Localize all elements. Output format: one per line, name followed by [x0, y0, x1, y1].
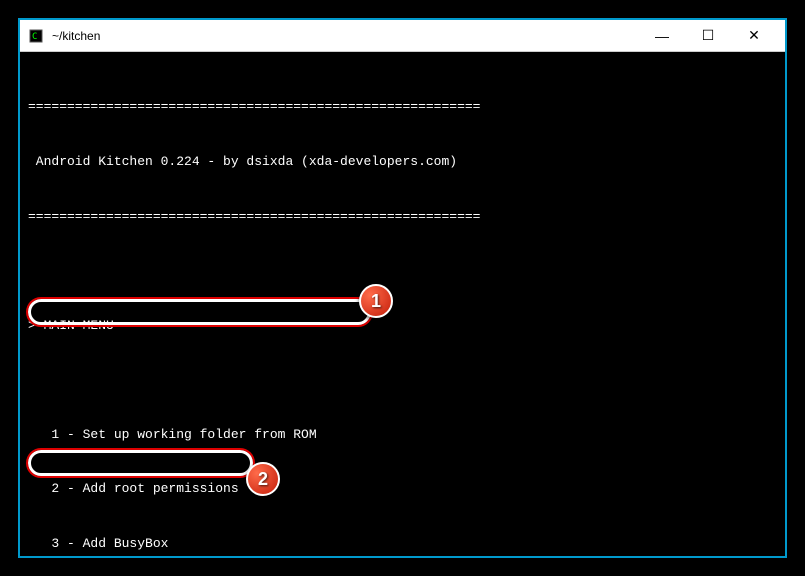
menu-title: > MAIN MENU: [28, 317, 777, 335]
blank-line: [28, 262, 777, 280]
app-icon: C: [28, 28, 44, 44]
annotation-badge-2: 2: [246, 462, 280, 496]
menu-item-2: 2 - Add root permissions: [28, 480, 777, 498]
menu-item-1: 1 - Set up working folder from ROM: [28, 426, 777, 444]
titlebar: C ~/kitchen — ☐ ✕: [20, 20, 785, 52]
menu-item-3: 3 - Add BusyBox: [28, 535, 777, 553]
svg-text:C: C: [32, 32, 37, 42]
terminal-window: C ~/kitchen — ☐ ✕ ======================…: [18, 18, 787, 558]
window-controls: — ☐ ✕: [639, 20, 777, 52]
window-title: ~/kitchen: [52, 29, 639, 43]
separator: ========================================…: [28, 98, 777, 116]
minimize-button[interactable]: —: [639, 20, 685, 52]
annotation-badge-1: 1: [359, 284, 393, 318]
blank-line: [28, 371, 777, 389]
separator: ========================================…: [28, 208, 777, 226]
terminal-output[interactable]: ========================================…: [20, 52, 785, 558]
app-header: Android Kitchen 0.224 - by dsixda (xda-d…: [28, 153, 777, 171]
maximize-button[interactable]: ☐: [685, 20, 731, 52]
close-button[interactable]: ✕: [731, 20, 777, 52]
